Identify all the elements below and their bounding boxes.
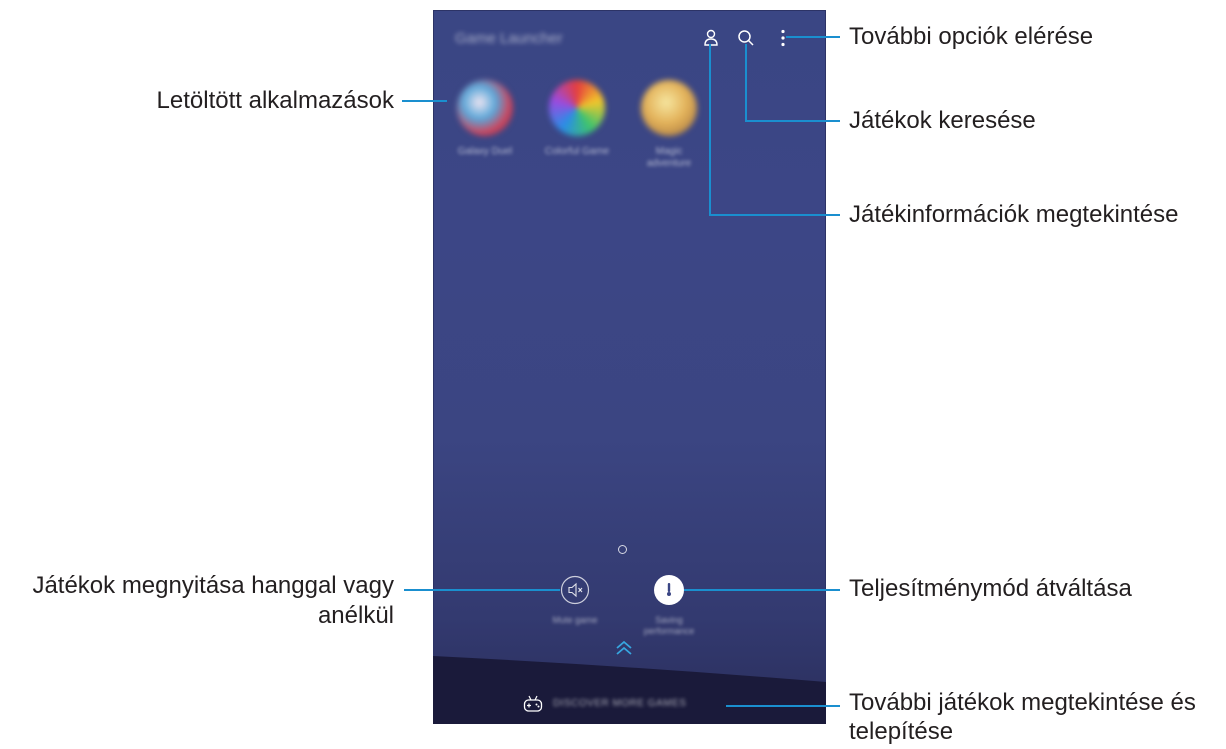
mute-label: Mute game [552, 615, 598, 625]
callout-line-info [709, 214, 840, 216]
performance-icon [667, 583, 671, 596]
callout-search-games: Játékok keresése [849, 107, 1036, 134]
app-label: Magic adventure [646, 146, 692, 169]
callout-game-info: Játékinformációk megtekintése [849, 201, 1179, 228]
performance-button[interactable] [654, 575, 684, 605]
more-options-icon[interactable] [773, 28, 793, 48]
app-item[interactable]: Magic adventure [629, 80, 709, 170]
callout-sound-line2: anélkül [317, 602, 394, 629]
app-label: Galaxy Duel [457, 146, 513, 157]
app-icon [457, 80, 513, 136]
callout-line-performance [684, 589, 840, 591]
phone-screen: Game Launcher Galaxy Duel Colorful Game … [433, 10, 826, 724]
app-label: Colorful Game [544, 146, 610, 157]
profile-icon[interactable] [701, 28, 721, 48]
callout-more-options: További opciók elérése [849, 23, 1094, 50]
screen-title: Game Launcher [455, 30, 563, 47]
app-item[interactable]: Colorful Game [537, 80, 617, 158]
callout-discover-line2: telepítése [849, 718, 954, 745]
callout-line-search-vertical [745, 44, 747, 121]
discover-more-games-label[interactable]: DISCOVER MORE GAMES [553, 698, 686, 709]
gamepad-icon[interactable] [522, 693, 544, 715]
callout-line-apps [402, 100, 447, 102]
bottom-band [433, 656, 826, 724]
app-item[interactable]: Galaxy Duel [445, 80, 525, 158]
callout-performance-mode: Teljesítménymód átváltása [849, 575, 1132, 602]
callout-sound-line1: Játékok megnyitása hanggal vagy [32, 572, 394, 599]
performance-label: Saving performance [643, 615, 695, 636]
callout-discover-line1: További játékok megtekintése és [849, 689, 1196, 716]
callout-line-discover [726, 705, 840, 707]
page-indicator [618, 545, 627, 554]
app-icon [549, 80, 605, 136]
app-icon [641, 80, 697, 136]
callout-line-sound [404, 589, 560, 591]
callout-line-info-vertical [709, 44, 711, 215]
callout-line-more-options [786, 36, 840, 38]
mute-icon[interactable] [560, 575, 590, 605]
callout-downloaded-apps: Letöltött alkalmazások [156, 87, 394, 114]
callout-line-search [745, 120, 840, 122]
